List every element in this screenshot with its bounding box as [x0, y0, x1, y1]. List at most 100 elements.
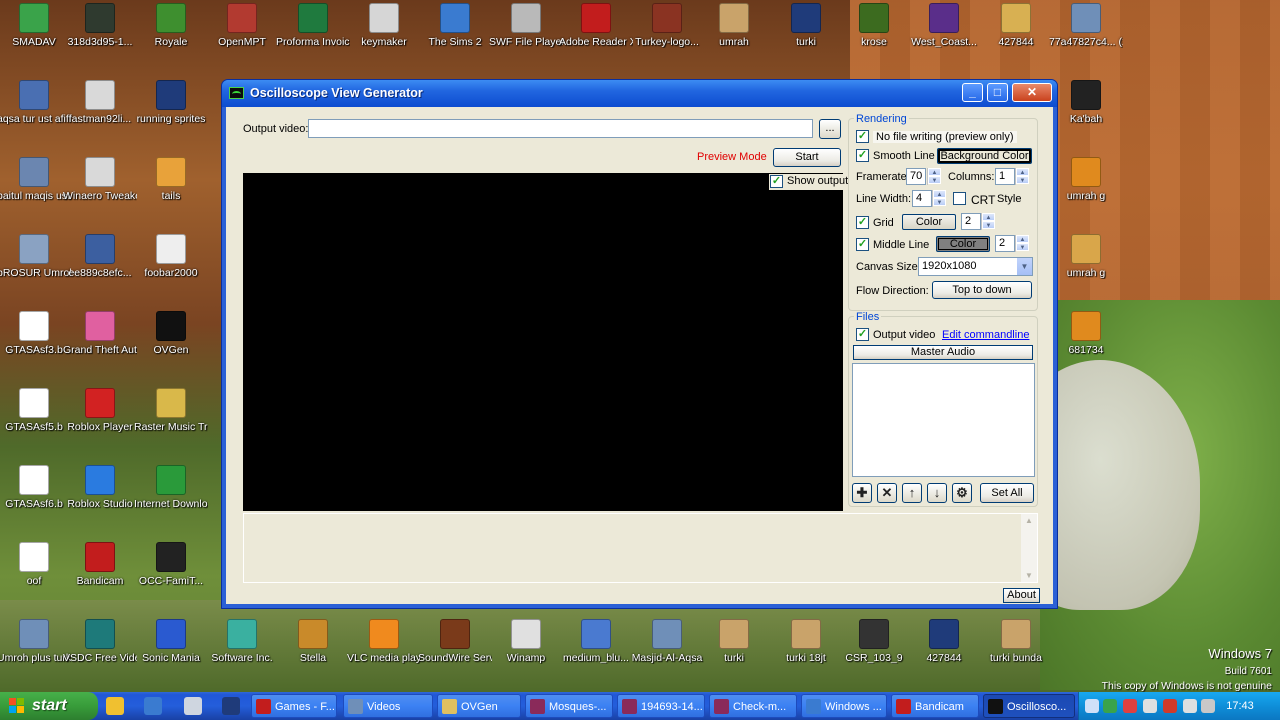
- desktop-icon[interactable]: Raster Music Tracker Ata...: [134, 388, 208, 433]
- desktop-icon[interactable]: OVGen: [134, 311, 208, 356]
- desktop-icon[interactable]: 318d3d95-1...: [63, 3, 137, 48]
- line-width-stepper[interactable]: ▲ ▼: [932, 190, 946, 207]
- output-video-checkbox[interactable]: ✓: [856, 328, 869, 341]
- desktop-icon[interactable]: Roblox Studio: [63, 465, 137, 510]
- line-width-input[interactable]: 4: [912, 190, 932, 207]
- desktop-icon[interactable]: 681734: [1049, 311, 1123, 356]
- desktop-icon[interactable]: fastman92li...: [63, 80, 137, 125]
- minimize-button[interactable]: _: [962, 83, 983, 102]
- taskbar-button[interactable]: Mosques-...: [525, 694, 613, 718]
- desktop-icon[interactable]: Roblox Player: [63, 388, 137, 433]
- desktop-icon[interactable]: OCC-FamiT...: [134, 542, 208, 587]
- taskbar-button[interactable]: Videos: [343, 694, 433, 718]
- desktop-icon[interactable]: tails: [134, 157, 208, 202]
- desktop-icon[interactable]: Bandicam: [63, 542, 137, 587]
- scroll-up-icon[interactable]: ▲: [1024, 516, 1034, 525]
- start-button-taskbar[interactable]: start: [0, 692, 98, 720]
- desktop-icon[interactable]: Proforma Invoice #1: [276, 3, 350, 48]
- desktop-icon[interactable]: Software Inc.: [205, 619, 279, 664]
- desktop-icon[interactable]: VSDC Free Video Edit...: [63, 619, 137, 664]
- desktop-icon[interactable]: krose: [837, 3, 911, 48]
- taskbar-button[interactable]: Bandicam: [891, 694, 979, 718]
- taskbar-button[interactable]: 194693-14...: [617, 694, 705, 718]
- middle-line-checkbox[interactable]: ✓: [856, 238, 869, 251]
- desktop-icon[interactable]: VLC media player: [347, 619, 421, 664]
- desktop-icon[interactable]: running sprites: [134, 80, 208, 125]
- desktop-icon[interactable]: bROSUR Umroh saja ...: [0, 234, 71, 279]
- log-textbox[interactable]: ▲ ▼: [243, 513, 1038, 583]
- desktop-icon[interactable]: Winaero Tweaker: [63, 157, 137, 202]
- desktop-icon[interactable]: The Sims 2: [418, 3, 492, 48]
- desktop-icon[interactable]: GTASAsf3.b: [0, 311, 71, 356]
- framerate-stepper[interactable]: ▲ ▼: [927, 168, 941, 185]
- desktop-icon[interactable]: GTASAsf6.b: [0, 465, 71, 510]
- desktop-icon[interactable]: umrah g: [1049, 157, 1123, 202]
- taskbar-button[interactable]: OVGen: [437, 694, 521, 718]
- desktop-icon[interactable]: Grand Theft Auto Vice City: [63, 311, 137, 356]
- desktop-icon[interactable]: turki bunda: [979, 619, 1053, 664]
- log-scrollbar[interactable]: ▲ ▼: [1021, 514, 1037, 582]
- desktop-icon[interactable]: turki 18jt: [769, 619, 843, 664]
- desktop-icon[interactable]: Umroh plus turki: [0, 619, 71, 664]
- flow-direction-button[interactable]: Top to down: [932, 281, 1032, 299]
- desktop-icon[interactable]: Adobe Reader XI: [559, 3, 633, 48]
- crt-checkbox[interactable]: [953, 192, 966, 205]
- quicklaunch-icon-2[interactable]: [144, 697, 162, 715]
- start-button[interactable]: Start: [773, 148, 841, 167]
- quicklaunch-icon-1[interactable]: [106, 697, 124, 715]
- grid-color-button[interactable]: Color: [902, 214, 956, 230]
- desktop-icon[interactable]: CSR_103_9: [837, 619, 911, 664]
- browse-button[interactable]: ...: [819, 119, 841, 139]
- smooth-line-checkbox[interactable]: ✓: [856, 149, 869, 162]
- desktop-icon[interactable]: umrah: [697, 3, 771, 48]
- add-file-button[interactable]: ✚: [852, 483, 872, 503]
- quicklaunch-icon-3[interactable]: [184, 697, 202, 715]
- framerate-input[interactable]: 70: [906, 168, 926, 185]
- show-output-toggle[interactable]: ✓ Show output: [769, 174, 848, 190]
- move-down-button[interactable]: ↓: [927, 483, 947, 503]
- no-file-writing-checkbox[interactable]: ✓: [856, 130, 869, 143]
- desktop-icon[interactable]: Winamp: [489, 619, 563, 664]
- desktop-icon[interactable]: 77a47827c4... (2): [1049, 3, 1123, 48]
- desktop-icon[interactable]: turki: [697, 619, 771, 664]
- desktop-icon[interactable]: 427844: [907, 619, 981, 664]
- file-settings-button[interactable]: ⚙: [952, 483, 972, 503]
- desktop-icon[interactable]: baitul maqis ust afifi: [0, 157, 71, 202]
- clock[interactable]: 17:43: [1210, 692, 1270, 720]
- desktop-icon[interactable]: SoundWire Server: [418, 619, 492, 664]
- master-audio-button[interactable]: Master Audio: [853, 345, 1033, 360]
- remove-file-button[interactable]: ✕: [877, 483, 897, 503]
- desktop-icon[interactable]: Masjid-Al-Aqsa: [630, 619, 704, 664]
- desktop-icon[interactable]: umrah g: [1049, 234, 1123, 279]
- tray-icon-2[interactable]: [1123, 699, 1137, 713]
- middle-line-width-stepper[interactable]: ▲ ▼: [1015, 235, 1029, 252]
- desktop-icon[interactable]: SWF File Player: [489, 3, 563, 48]
- desktop-icon[interactable]: OpenMPT: [205, 3, 279, 48]
- desktop-icon[interactable]: oof: [0, 542, 71, 587]
- scroll-down-icon[interactable]: ▼: [1024, 571, 1034, 580]
- desktop-icon[interactable]: turki: [769, 3, 843, 48]
- about-button[interactable]: About: [1003, 588, 1040, 603]
- desktop-icon[interactable]: Turkey-logo...: [630, 3, 704, 48]
- desktop-icon[interactable]: keymaker: [347, 3, 421, 48]
- canvas-size-select[interactable]: 1920x1080 ▼: [918, 257, 1033, 276]
- desktop-icon[interactable]: aqsa tur ust afifi: [0, 80, 71, 125]
- taskbar-button[interactable]: Oscillosco...: [983, 694, 1075, 718]
- desktop-icon[interactable]: Ka'bah: [1049, 80, 1123, 125]
- middle-line-width-input[interactable]: 2: [995, 235, 1015, 252]
- tray-back-icon[interactable]: [1085, 699, 1099, 713]
- move-up-button[interactable]: ↑: [902, 483, 922, 503]
- grid-width-stepper[interactable]: ▲ ▼: [981, 213, 995, 230]
- maximize-button[interactable]: □: [987, 83, 1008, 102]
- quicklaunch-icon-4[interactable]: [222, 697, 240, 715]
- taskbar-button[interactable]: Windows ...: [801, 694, 887, 718]
- tray-icon-3[interactable]: [1143, 699, 1157, 713]
- audio-files-list[interactable]: [852, 363, 1035, 477]
- desktop-icon[interactable]: West_Coast...: [907, 3, 981, 48]
- desktop-icon[interactable]: GTASAsf5.b: [0, 388, 71, 433]
- desktop-icon[interactable]: SMADAV: [0, 3, 71, 48]
- desktop-icon[interactable]: foobar2000: [134, 234, 208, 279]
- desktop-icon[interactable]: Internet Downlo...: [134, 465, 208, 510]
- taskbar-button[interactable]: Games - F...: [251, 694, 337, 718]
- output-video-input[interactable]: [308, 119, 813, 138]
